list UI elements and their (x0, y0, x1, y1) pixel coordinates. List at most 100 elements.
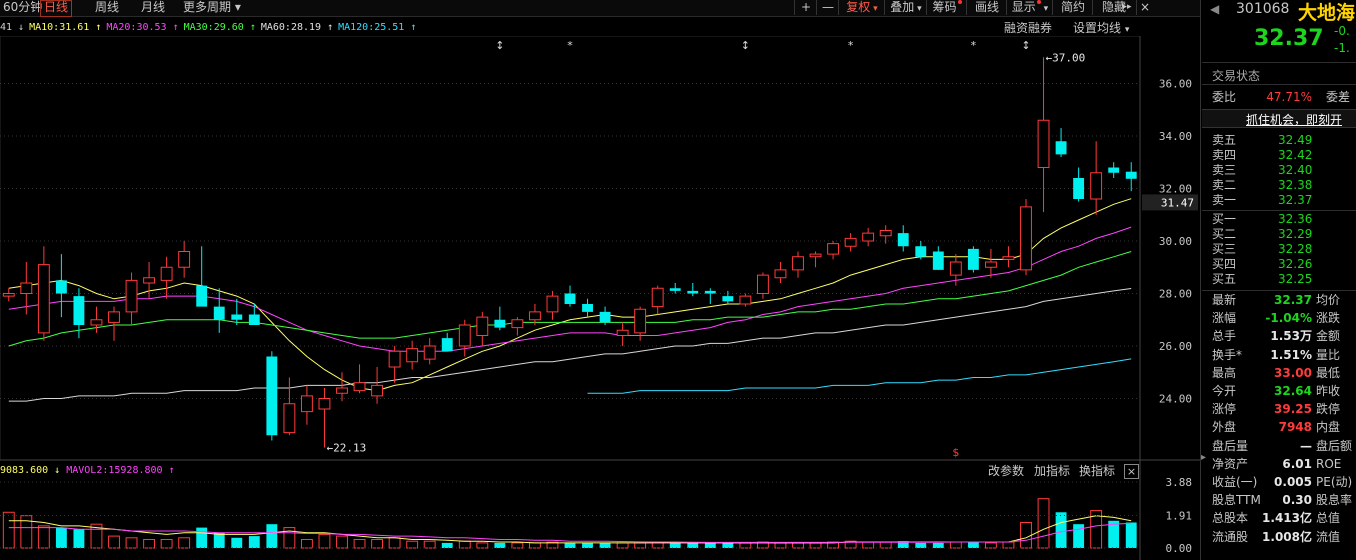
toolbar-button-0[interactable]: + (794, 0, 817, 15)
candle (300, 385, 313, 425)
candle-body (1108, 167, 1120, 173)
ask-label: 卖四 (1212, 148, 1237, 162)
stat-row: 换手* 1.51% 量比 (1212, 348, 1356, 363)
candle (125, 272, 138, 325)
event-marker-icon[interactable]: * (971, 39, 977, 52)
close-icon[interactable]: × (1136, 0, 1153, 15)
candle-body (949, 261, 962, 276)
candle (196, 246, 208, 307)
stat-label-2: 量比 (1316, 347, 1341, 362)
candle-body (528, 311, 541, 321)
ask-row[interactable]: 卖三 32.40 (1212, 163, 1356, 178)
toolbar-button-1[interactable]: — (816, 0, 839, 15)
event-marker-icon[interactable]: * (848, 39, 854, 52)
bid-row[interactable]: 买四 32.26 (1212, 257, 1356, 272)
bid-row[interactable]: 买二 32.29 (1212, 227, 1356, 242)
candle (915, 241, 927, 260)
dividend-marker-icon[interactable]: $ (952, 446, 959, 459)
more-periods-label: 更多周期 (183, 0, 232, 14)
stat-label: 今开 (1212, 384, 1237, 398)
kline-chart[interactable]: ↕ * ↕ * * ↕ $ 36.00 34.00 32.00 30.00 28.00 26.00 24… (0, 36, 1200, 560)
tab-daily[interactable]: 日线 (40, 0, 73, 17)
ask-row[interactable]: 卖四 32.42 (1212, 148, 1356, 163)
toolbar-button-label: — (822, 0, 834, 14)
swap-indicator-button[interactable]: 换指标 (1079, 462, 1115, 480)
bid-label: 买三 (1212, 242, 1237, 256)
financing-button[interactable]: 融资融券 (1004, 20, 1052, 36)
volume-bar (494, 542, 506, 548)
toolbar-button-7[interactable]: 简约 (1052, 0, 1093, 15)
volume-legend-item-0: 9083.600 ↓ (0, 465, 61, 476)
toolbar-button-label: + (800, 0, 812, 14)
candle (213, 288, 225, 333)
back-arrow-icon[interactable]: ◀ (1210, 2, 1219, 16)
candle (879, 225, 892, 244)
ask-row[interactable]: 卖一 32.37 (1212, 193, 1356, 208)
close-icon[interactable]: × (1124, 464, 1139, 479)
volume-bar (353, 538, 366, 549)
event-marker-icon[interactable]: ↕ (495, 39, 504, 52)
candle-body (897, 233, 909, 247)
weibi-value: 47.71% (1266, 90, 1312, 104)
candle (564, 285, 576, 307)
high-price-annotation: ←37.00 (1046, 51, 1086, 64)
volume-bar (143, 538, 156, 549)
quote-panel: ◀ 301068 大地海 32.37 -0. -1. 交易状态 委比 47.71… (1202, 0, 1356, 560)
ask-row[interactable]: 卖五 32.49 (1212, 133, 1356, 148)
toolbar-button-4[interactable]: 筹码 (926, 0, 967, 15)
candlesticks (2, 57, 1137, 448)
volume-bar (704, 542, 716, 548)
candle-body (336, 387, 348, 394)
ask-price: 32.49 (1278, 133, 1313, 147)
candle (809, 251, 822, 268)
add-indicator-button[interactable]: 加指标 (1034, 462, 1070, 480)
toolbar-button-3[interactable]: 叠加 ▾ (884, 0, 927, 15)
event-marker-icon[interactable]: ↕ (1021, 39, 1030, 52)
candle (37, 246, 50, 341)
price-tick-label: 24.00 (1159, 393, 1192, 406)
candle (318, 388, 331, 448)
candle (1108, 162, 1120, 178)
candle (984, 248, 997, 278)
candle-body (494, 319, 506, 328)
change-param-button[interactable]: 改参数 (988, 462, 1024, 480)
candle-body (687, 290, 699, 294)
candle-body (55, 280, 67, 294)
stat-value: 6.01 (1282, 456, 1312, 471)
bid-row[interactable]: 买五 32.25 (1212, 272, 1356, 287)
event-marker-icon[interactable]: * (567, 39, 573, 52)
tab-60min[interactable]: 60分钟 (0, 0, 45, 15)
bid-row[interactable]: 买三 32.28 (1212, 242, 1356, 257)
toolbar-button-5[interactable]: 画线 (966, 0, 1007, 15)
promo-banner[interactable]: 抓住机会，即刻开 (1202, 109, 1356, 128)
volume-bar (1020, 521, 1032, 549)
ask-row[interactable]: 卖二 32.38 (1212, 178, 1356, 193)
fast-forward-icon[interactable]: ▸▸ (1120, 0, 1134, 15)
ma-legend-item-3: MA30:29.60 ↑ (183, 22, 256, 33)
candle-body (546, 295, 559, 313)
event-marker-icon[interactable]: ↕ (741, 39, 750, 52)
candle-body (266, 356, 278, 436)
tab-more-periods[interactable]: 更多周期 ▾ (180, 0, 244, 15)
candle (1020, 199, 1032, 276)
bid-row[interactable]: 买一 32.36 (1212, 212, 1356, 227)
volume-bar (196, 527, 208, 548)
volume-chart (2, 498, 1137, 549)
stat-row: 涨幅 -1.04% 涨跌 (1212, 311, 1356, 326)
candle (1055, 128, 1067, 157)
candle-body (774, 269, 787, 279)
toolbar-button-2[interactable]: 复权 ▾ (838, 0, 885, 15)
candle (20, 262, 33, 315)
toolbar-button-6[interactable]: 显示 ▾ (1006, 0, 1053, 15)
tab-monthly[interactable]: 月线 (138, 0, 168, 15)
candle-body (2, 293, 15, 297)
stat-label-2: 跌停 (1316, 402, 1341, 417)
price-tick-label: 30.00 (1159, 235, 1192, 248)
stat-label-2: 流值 (1316, 529, 1341, 544)
volume-bar (687, 542, 699, 548)
tab-weekly[interactable]: 周线 (92, 0, 122, 15)
volume-legend: 9083.600 ↓ MAVOL2:15928.800 ↑ (0, 462, 1140, 480)
candle-body (844, 237, 857, 247)
bid-price: 32.26 (1278, 257, 1313, 271)
candle (266, 351, 278, 441)
